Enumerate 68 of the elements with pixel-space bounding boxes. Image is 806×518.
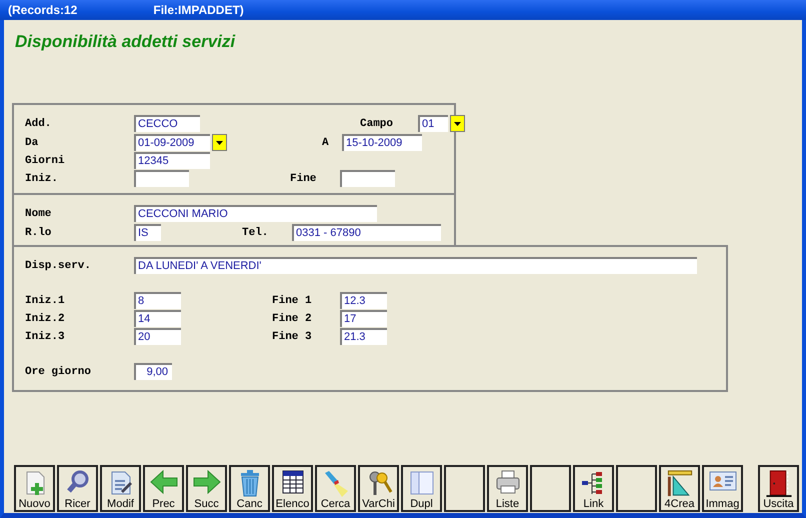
door-icon (764, 469, 794, 498)
field-label: Fine 1 (272, 294, 313, 306)
empty-button[interactable] (530, 465, 571, 512)
field-label: Iniz.2 (25, 312, 66, 324)
input-field[interactable]: 8 (134, 292, 181, 309)
field-label: A (322, 136, 330, 148)
input-field[interactable]: CECCO (134, 115, 200, 132)
input-field[interactable]: 21.3 (340, 328, 387, 345)
toolbar-button[interactable]: Canc (229, 465, 270, 512)
field-label: Iniz.3 (25, 330, 66, 342)
input-field[interactable]: 9,00 (134, 363, 172, 380)
toolbar-button[interactable]: Immag (702, 465, 743, 512)
toolbar-button[interactable]: Liste (487, 465, 528, 512)
field-label: Fine (290, 172, 318, 184)
field-label: Nome (25, 208, 52, 220)
field-label: Iniz. (25, 172, 60, 184)
record-count: (Records:12 (8, 3, 78, 17)
field-label: Tel. (242, 226, 270, 238)
printer-icon (494, 469, 522, 495)
field-label: Fine 3 (272, 330, 313, 342)
input-field[interactable]: 15-10-2009 (342, 134, 422, 151)
toolbar-button[interactable]: VarChi (358, 465, 399, 512)
toolbar-button[interactable]: Succ (186, 465, 227, 512)
toolbar-button[interactable]: Elenco (272, 465, 313, 512)
form-title: Disponibilità addetti servizi (15, 32, 236, 52)
toolbar-button[interactable]: Prec (143, 465, 184, 512)
input-field[interactable]: 20 (134, 328, 181, 345)
input-field[interactable]: 12345 (134, 152, 210, 169)
input-field[interactable]: IS (134, 224, 161, 241)
copy-pages-icon (408, 469, 436, 497)
input-field[interactable]: CECCONI MARIO (134, 205, 377, 222)
field-label: Da (25, 136, 40, 148)
input-field[interactable] (340, 170, 395, 187)
input-field[interactable]: 14 (134, 310, 181, 327)
field-label: Add. (25, 118, 52, 130)
field-label: Fine 2 (272, 312, 313, 324)
toolbar-button[interactable]: Cerca (315, 465, 356, 512)
dropdown-button[interactable] (450, 115, 465, 132)
caret-icon (454, 122, 461, 126)
table-icon (280, 469, 304, 495)
empty-button[interactable] (616, 465, 657, 512)
contact-card-icon (708, 469, 738, 493)
input-field[interactable]: DA LUNEDI' A VENERDI' (134, 257, 697, 274)
toolbar-button[interactable]: Nuovo (14, 465, 55, 512)
field-label: Ore giorno (25, 366, 92, 378)
input-field[interactable]: 01 (418, 115, 448, 132)
file-name: File:IMPADDET) (153, 3, 244, 17)
toolbar-button[interactable]: Dupl (401, 465, 442, 512)
field-label: Campo (360, 118, 394, 130)
right-arrow-icon (192, 469, 222, 495)
caret-icon (216, 140, 223, 144)
toolbar-button[interactable]: Uscita (758, 465, 799, 512)
dropdown-button[interactable] (212, 134, 227, 151)
input-field[interactable]: 17 (340, 310, 387, 327)
toolbar-button[interactable]: 4Crea (659, 465, 700, 512)
field-label: Disp.serv. (25, 260, 92, 272)
input-field[interactable]: 12.3 (340, 292, 387, 309)
field-label: Giorni (25, 154, 66, 166)
left-arrow-icon (148, 469, 178, 495)
toolbar-button[interactable]: Modif (100, 465, 141, 512)
input-field[interactable] (134, 170, 189, 187)
toolbar-button[interactable]: Ricer (57, 465, 98, 512)
empty-button[interactable] (444, 465, 485, 512)
toolbar-button[interactable]: Link (573, 465, 614, 512)
field-label: R.lo (25, 226, 52, 238)
input-field[interactable]: 0331 - 67890 (292, 224, 441, 241)
input-field[interactable]: 01-09-2009 (134, 134, 210, 151)
field-label: Iniz.1 (25, 294, 66, 306)
